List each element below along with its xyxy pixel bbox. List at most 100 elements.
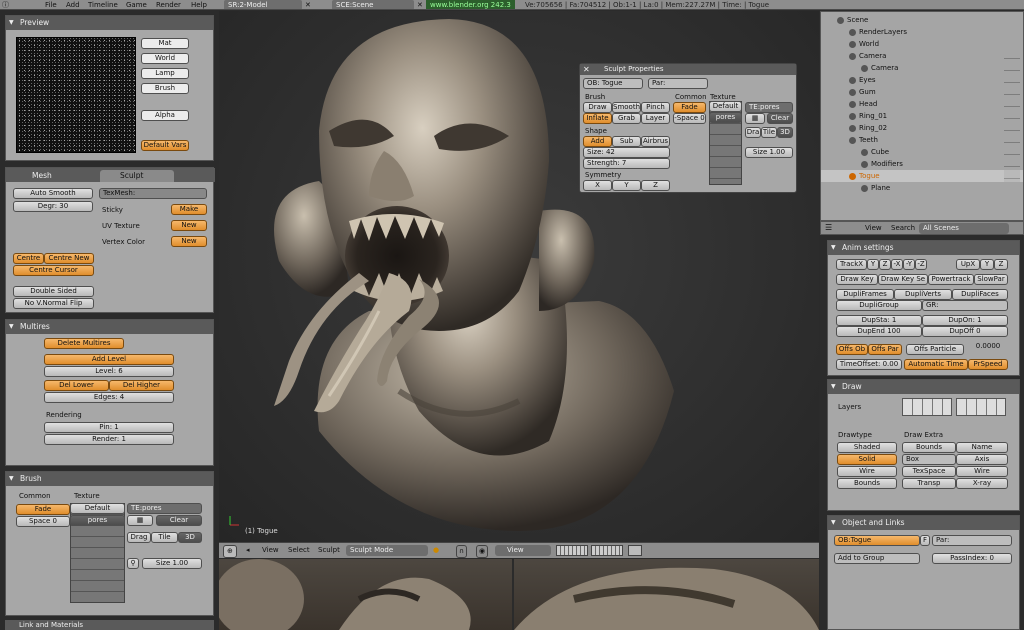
close-scene-icon[interactable]: ✕ [417,0,423,9]
no-vnormal-flip-button[interactable]: No V.Normal Flip [13,298,94,309]
texture-slot-pores[interactable]: pores [70,515,125,526]
camera-icon[interactable] [628,545,642,556]
offs-par-button[interactable]: Offs Par [868,344,902,355]
blender-logo-icon[interactable]: ⓘ [2,0,9,9]
sculpt-drag-button[interactable]: Dra [745,127,761,138]
grab-brush-button[interactable]: Grab [612,113,641,124]
level-field[interactable]: Level: 6 [44,366,174,377]
pinch-brush-button[interactable]: Pinch [641,102,670,113]
sculpt-ob-field[interactable]: OB: Togue [583,78,643,89]
outliner-item-teeth[interactable]: Teeth [821,134,1023,146]
strength-slider[interactable]: Strength: 7 [583,158,670,169]
preview-mat-button[interactable]: Mat [141,38,189,49]
texture-clear-button[interactable]: Clear [156,515,202,526]
all-scenes-selector[interactable]: All Scenes [919,223,1009,234]
outliner-item-world[interactable]: World [821,38,1023,50]
tab-sculpt[interactable]: Sculpt [100,170,174,182]
view-menu[interactable]: View [262,545,279,556]
te-pores-field[interactable]: TE:pores [127,503,202,514]
collapse-icon[interactable]: ◂ [246,545,250,556]
transp-button[interactable]: Transp [902,478,956,489]
centre-button[interactable]: Centre [13,253,44,264]
dupend-field[interactable]: DupEnd 100 [836,326,922,337]
bounds-extra-button[interactable]: Bounds [902,442,956,453]
tab-mesh[interactable]: Mesh [20,169,100,182]
outliner-item-ring02[interactable]: Ring_02 [821,122,1023,134]
fade-button[interactable]: Fade [16,504,70,515]
outliner-item-scene[interactable]: Scene [821,14,1023,26]
size-field[interactable]: Size 1.00 [142,558,202,569]
track-negz-button[interactable]: -Z [915,259,927,270]
wire-button[interactable]: Wire [837,466,897,477]
passindex-field[interactable]: PassIndex: 0 [932,553,1012,564]
dupon-field[interactable]: DupOn: 1 [922,315,1008,326]
menu-help[interactable]: Help [191,0,207,9]
outliner-search-menu[interactable]: Search [891,224,915,232]
anim-settings-header[interactable]: Anim settings [828,241,1019,255]
powertrack-button[interactable]: Powertrack [928,274,974,285]
outliner-item-modifiers[interactable]: Modifiers [821,158,1023,170]
sculpt-3d-button[interactable]: 3D [777,127,793,138]
offs-ob-button[interactable]: Offs Ob [836,344,868,355]
edges-field[interactable]: Edges: 4 [44,392,174,403]
sculpt-texture-clear-button[interactable]: Clear [767,113,793,124]
brush-header[interactable]: Brush [6,472,213,486]
preview-brush-button[interactable]: Brush [141,83,189,94]
layer-brush-button[interactable]: Layer [641,113,670,124]
dupoff-field[interactable]: DupOff 0 [922,326,1008,337]
sculpt-te-pores-field[interactable]: TE:pores [745,102,793,113]
parent-field[interactable]: Par: [932,535,1012,546]
outliner-item-togue[interactable]: Togue [821,170,1023,182]
multires-header[interactable]: Multires [6,320,213,334]
shaded-button[interactable]: Shaded [837,442,897,453]
dupliverts-button[interactable]: DupliVerts [894,289,952,300]
lock-icon[interactable]: ⚲ [127,558,139,569]
vertex-color-new-button[interactable]: New [171,236,207,247]
airbrush-button[interactable]: Airbrus [641,136,670,147]
add-shape-button[interactable]: Add [583,136,612,147]
symmetry-z-button[interactable]: Z [641,180,670,191]
alpha-button[interactable]: Alpha [141,110,189,121]
draw-header[interactable]: Draw [828,380,1019,394]
tile-button[interactable]: Tile [151,532,178,543]
magnet-icon[interactable]: ∩ [456,545,468,558]
bounds-button[interactable]: Bounds [837,478,897,489]
axis-button[interactable]: Axis [956,454,1008,465]
outliner-item-eyes[interactable]: Eyes [821,74,1023,86]
size-slider[interactable]: Size: 42 [583,147,670,158]
lock-view-icon[interactable]: ◉ [476,545,489,558]
wire-extra-button[interactable]: Wire [956,466,1008,477]
xray-button[interactable]: X-ray [956,478,1008,489]
add-level-button[interactable]: Add Level [44,354,174,365]
dupliframes-button[interactable]: DupliFrames [836,289,894,300]
upy-button[interactable]: Y [980,259,994,270]
link-materials-header[interactable]: Link and Materials [5,620,214,630]
double-sided-button[interactable]: Double Sided [13,286,94,297]
texspace-button[interactable]: TexSpace [902,466,956,477]
outliner-item-camera-data[interactable]: Camera [821,62,1023,74]
sculpt-tile-button[interactable]: Tile [761,127,777,138]
scene-selector[interactable]: SCE:Scene [332,0,414,9]
menu-render[interactable]: Render [156,0,181,9]
texture-browse-icon[interactable]: ▦ [127,515,153,526]
outliner-item-camera[interactable]: Camera [821,50,1023,62]
space-field[interactable]: Space 0 [16,516,70,527]
drag-button[interactable]: Drag [127,532,151,543]
draw-brush-button[interactable]: Draw [583,102,612,113]
mode-selector[interactable]: Sculpt Mode [346,545,428,556]
draw-type-icon[interactable]: ● [433,545,439,556]
degr-field[interactable]: Degr: 30 [13,201,93,212]
sticky-make-button[interactable]: Make [171,204,207,215]
track-y-button[interactable]: Y [867,259,879,270]
menu-timeline[interactable]: Timeline [88,0,118,9]
select-menu[interactable]: Select [288,545,310,556]
solid-button[interactable]: Solid [837,454,897,465]
centre-new-button[interactable]: Centre New [44,253,94,264]
default-vars-button[interactable]: Default Vars [141,140,189,151]
texmesh-field[interactable]: TexMesh: [99,188,207,199]
layer-buttons-1[interactable] [556,545,588,556]
fake-user-button[interactable]: F [920,535,930,546]
outliner-item-head[interactable]: Head [821,98,1023,110]
outliner-editor-icon[interactable]: ☰ [825,223,832,232]
pin-field[interactable]: Pin: 1 [44,422,174,433]
